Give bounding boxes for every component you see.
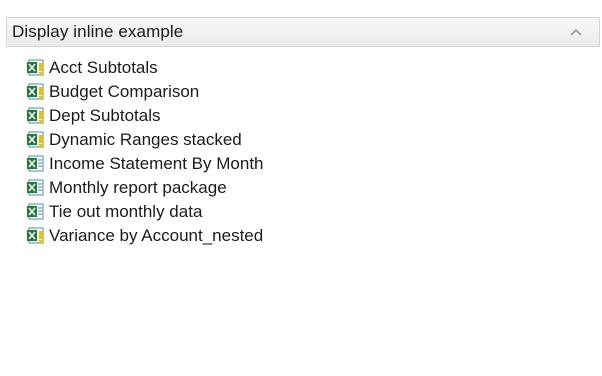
excel-workbook-icon — [27, 179, 44, 196]
chevron-up-icon — [570, 28, 582, 36]
list-item[interactable]: Acct Subtotals — [26, 56, 264, 80]
report-panel: Display inline example Acct Subtotals Bu… — [0, 0, 602, 376]
list-item[interactable]: Dept Subtotals — [26, 104, 264, 128]
panel-title: Display inline example — [12, 22, 184, 41]
excel-workbook-icon — [27, 155, 44, 172]
excel-workbook-macro-icon — [27, 83, 44, 100]
excel-workbook-macro-icon — [27, 107, 44, 124]
excel-workbook-macro-icon — [27, 131, 44, 148]
list-item-label: Acct Subtotals — [49, 58, 158, 77]
panel-header[interactable]: Display inline example — [6, 17, 600, 47]
list-item[interactable]: Income Statement By Month — [26, 152, 264, 176]
list-item-label: Dept Subtotals — [49, 106, 161, 125]
list-item-label: Tie out monthly data — [49, 202, 203, 221]
list-item[interactable]: Monthly report package — [26, 176, 264, 200]
collapse-button[interactable] — [565, 22, 587, 42]
list-item-label: Monthly report package — [49, 178, 227, 197]
excel-workbook-icon — [27, 203, 44, 220]
list-item[interactable]: Tie out monthly data — [26, 200, 264, 224]
excel-workbook-macro-icon — [27, 59, 44, 76]
list-item[interactable]: Budget Comparison — [26, 80, 264, 104]
excel-workbook-macro-icon — [27, 227, 44, 244]
list-item[interactable]: Variance by Account_nested — [26, 224, 264, 248]
list-item-label: Budget Comparison — [49, 82, 200, 101]
list-item[interactable]: Dynamic Ranges stacked — [26, 128, 264, 152]
list-item-label: Variance by Account_nested — [49, 226, 264, 245]
list-item-label: Income Statement By Month — [49, 154, 264, 173]
list-item-label: Dynamic Ranges stacked — [49, 130, 242, 149]
report-list: Acct Subtotals Budget Comparison Dept Su… — [26, 56, 264, 248]
